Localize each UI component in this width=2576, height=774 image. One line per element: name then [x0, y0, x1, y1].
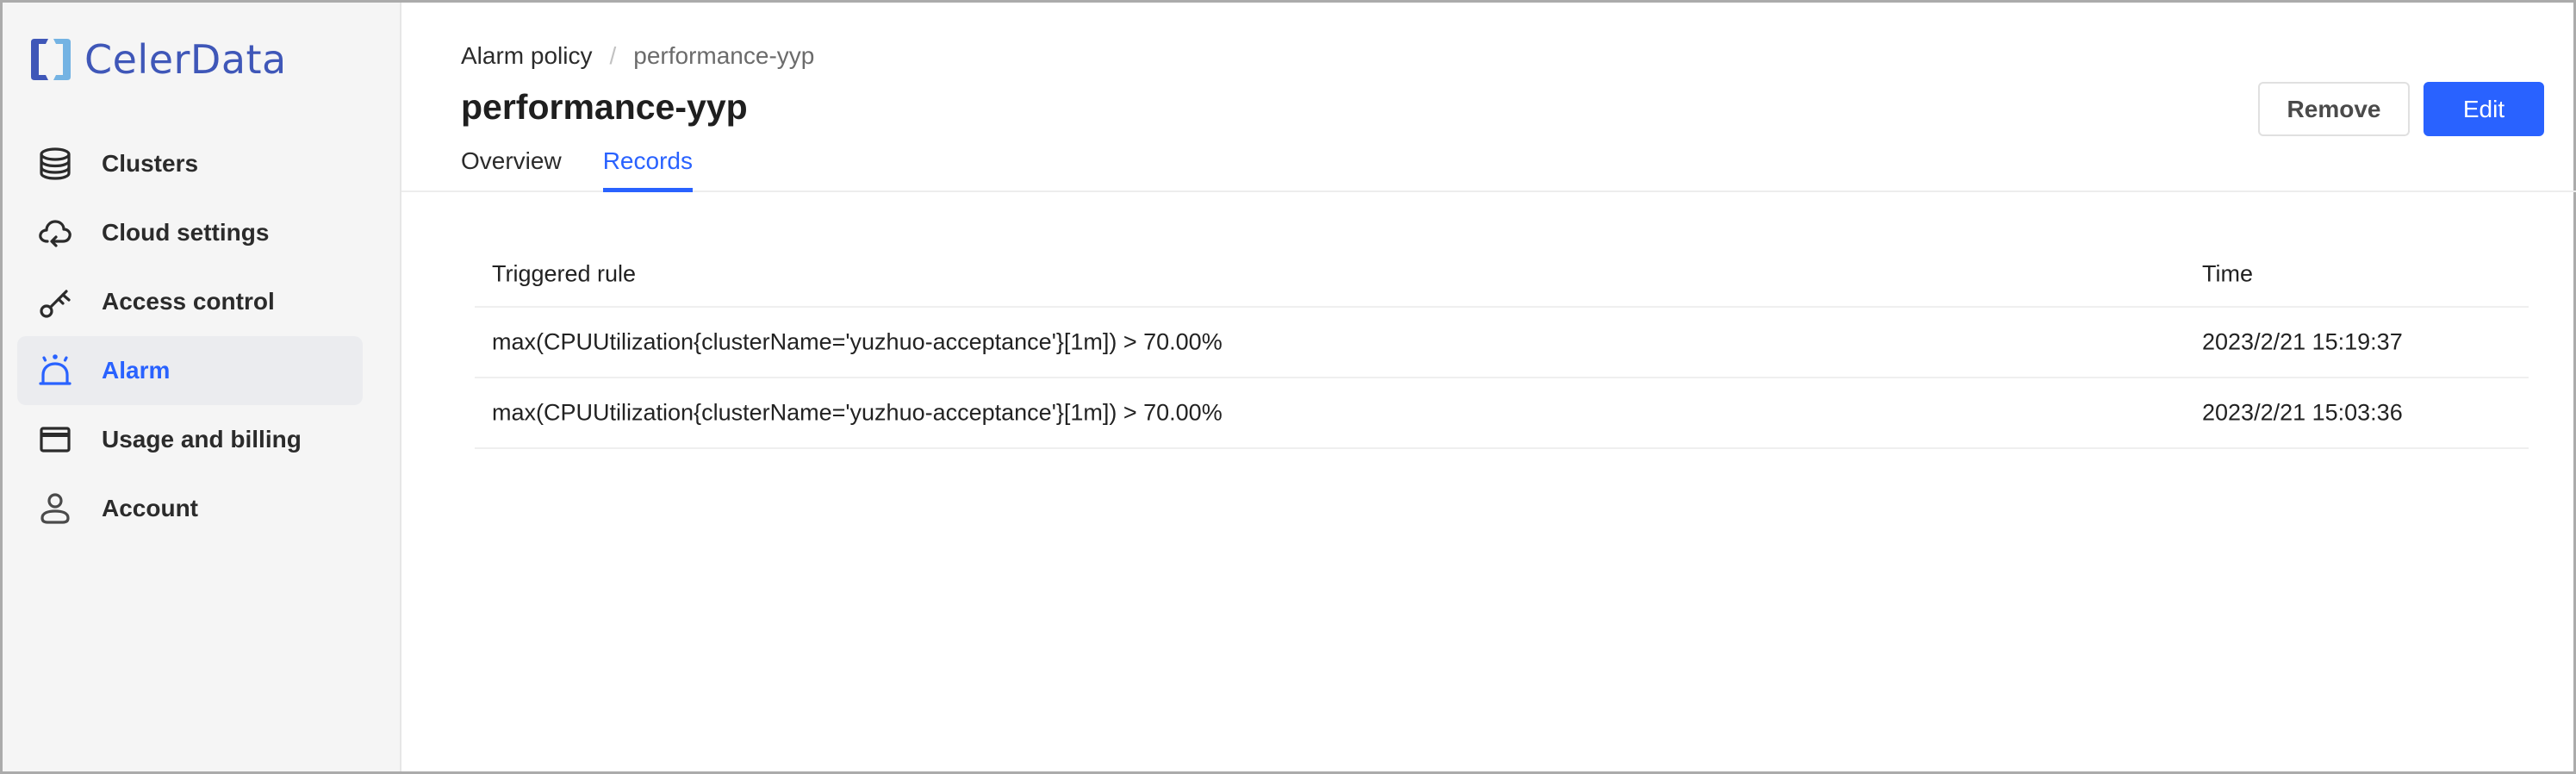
sidebar-item-label: Access control [102, 288, 275, 315]
brand-logo[interactable]: CelerData [31, 37, 287, 82]
sidebar-item-label: Usage and billing [102, 426, 302, 453]
app-window: CelerData Clusters Cloud settings Access… [0, 0, 2576, 774]
breadcrumb-separator: / [609, 42, 617, 69]
alarm-bell-icon [38, 353, 72, 388]
remove-button[interactable]: Remove [2258, 82, 2410, 136]
brand-name: CelerData [84, 36, 287, 83]
sidebar-item-cloud-settings[interactable]: Cloud settings [17, 198, 363, 267]
celerdata-logo-icon [31, 39, 71, 80]
time-cell: 2023/2/21 15:19:37 [2202, 328, 2403, 355]
key-icon [38, 284, 72, 319]
column-header-time: Time [2202, 260, 2253, 287]
breadcrumb: Alarm policy / performance-yyp [461, 42, 814, 70]
sidebar-item-alarm[interactable]: Alarm [17, 336, 363, 405]
sidebar-item-label: Cloud settings [102, 219, 270, 246]
triggered-rule-cell: max(CPUUtilization{clusterName='yuzhuo-a… [492, 399, 1223, 426]
triggered-rule-cell: max(CPUUtilization{clusterName='yuzhuo-a… [492, 328, 1223, 355]
page-title: performance-yyp [461, 87, 748, 127]
column-header-triggered-rule: Triggered rule [492, 260, 637, 287]
sidebar-item-label: Alarm [102, 357, 171, 384]
table-header-row: Triggered rule Time [475, 242, 2529, 308]
sidebar-item-account[interactable]: Account [17, 474, 363, 543]
tab-bar: Overview Records [461, 147, 734, 192]
sidebar-item-clusters[interactable]: Clusters [17, 129, 363, 198]
database-icon [38, 147, 72, 181]
credit-card-icon [38, 422, 72, 457]
header-actions: Remove Edit [2258, 82, 2544, 136]
breadcrumb-current: performance-yyp [633, 42, 815, 69]
sidebar-nav: Clusters Cloud settings Access control A… [17, 129, 363, 543]
records-table: Triggered rule Time max(CPUUtilization{c… [475, 242, 2529, 449]
breadcrumb-alarm-policy[interactable]: Alarm policy [461, 42, 592, 70]
sidebar-item-usage-and-billing[interactable]: Usage and billing [17, 405, 363, 474]
sidebar-item-label: Account [102, 495, 198, 521]
table-row: max(CPUUtilization{clusterName='yuzhuo-a… [475, 378, 2529, 449]
sidebar: CelerData Clusters Cloud settings Access… [3, 3, 401, 771]
sidebar-item-label: Clusters [102, 150, 199, 177]
tab-records[interactable]: Records [602, 147, 694, 192]
tab-overview[interactable]: Overview [461, 147, 562, 190]
edit-button[interactable]: Edit [2424, 82, 2544, 136]
time-cell: 2023/2/21 15:03:36 [2202, 399, 2403, 426]
cloud-sync-icon [38, 215, 72, 250]
page-header: Alarm policy / performance-yyp performan… [401, 3, 2576, 192]
table-row: max(CPUUtilization{clusterName='yuzhuo-a… [475, 308, 2529, 378]
sidebar-item-access-control[interactable]: Access control [17, 267, 363, 336]
user-icon [38, 491, 72, 526]
